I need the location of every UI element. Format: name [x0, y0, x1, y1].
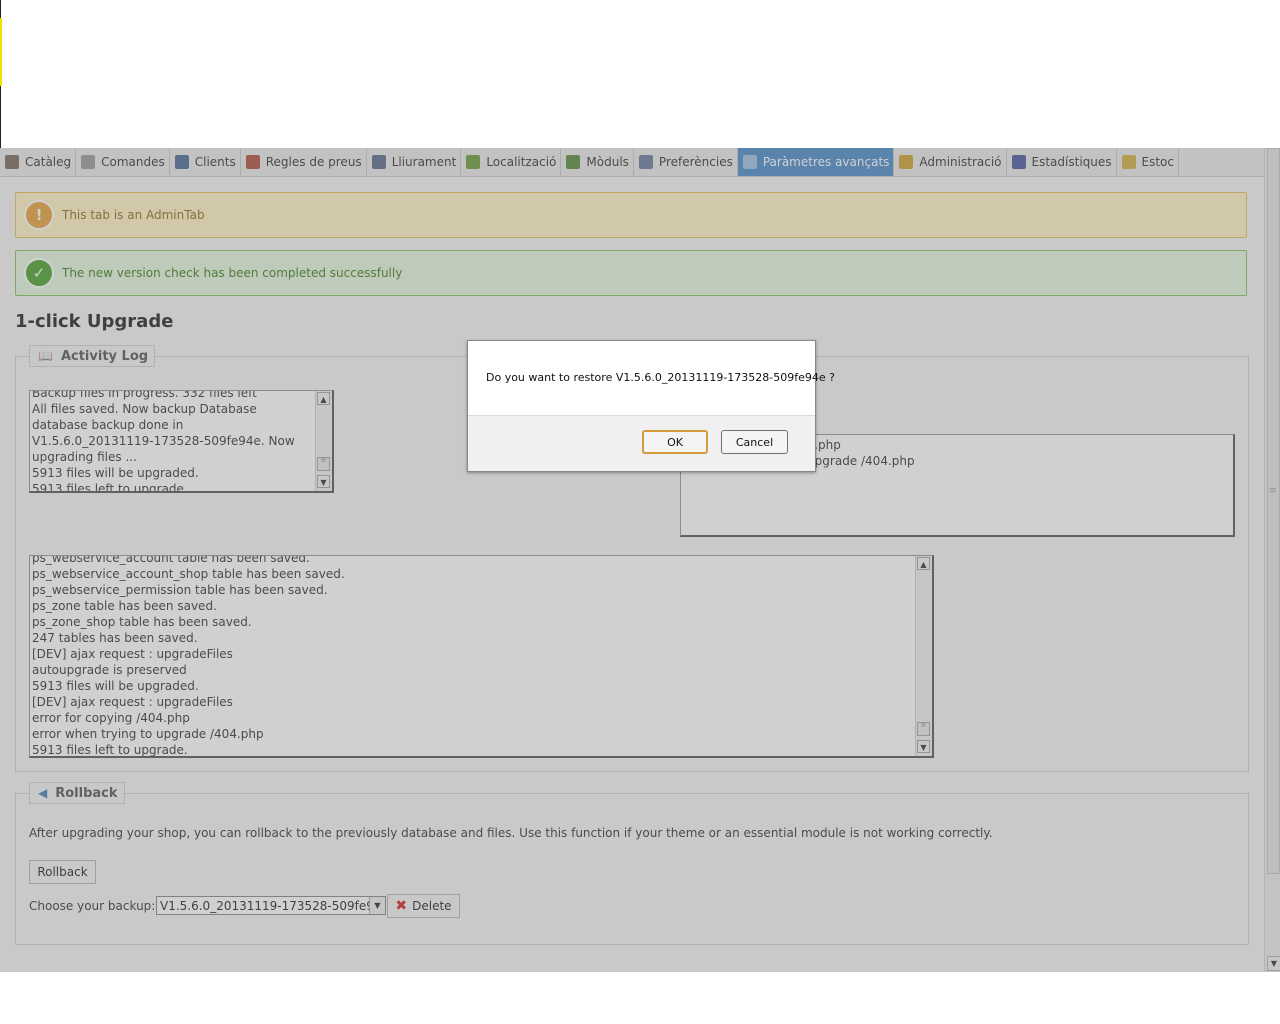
confirm-message: Do you want to restore V1.5.6.0_20131119… — [486, 371, 835, 384]
bottom-blank-area — [0, 972, 1280, 1024]
dialog-footer: OK Cancel — [468, 415, 815, 471]
modal-overlay — [0, 148, 1280, 972]
highlight-strip — [0, 18, 2, 86]
ok-button[interactable]: OK — [642, 430, 708, 454]
confirm-dialog: Do you want to restore V1.5.6.0_20131119… — [467, 340, 835, 472]
top-blank-area — [0, 0, 1280, 148]
admin-page: Catàleg Comandes Clients Regles de preus Lli… — [0, 148, 1280, 972]
cancel-button[interactable]: Cancel — [721, 430, 788, 454]
